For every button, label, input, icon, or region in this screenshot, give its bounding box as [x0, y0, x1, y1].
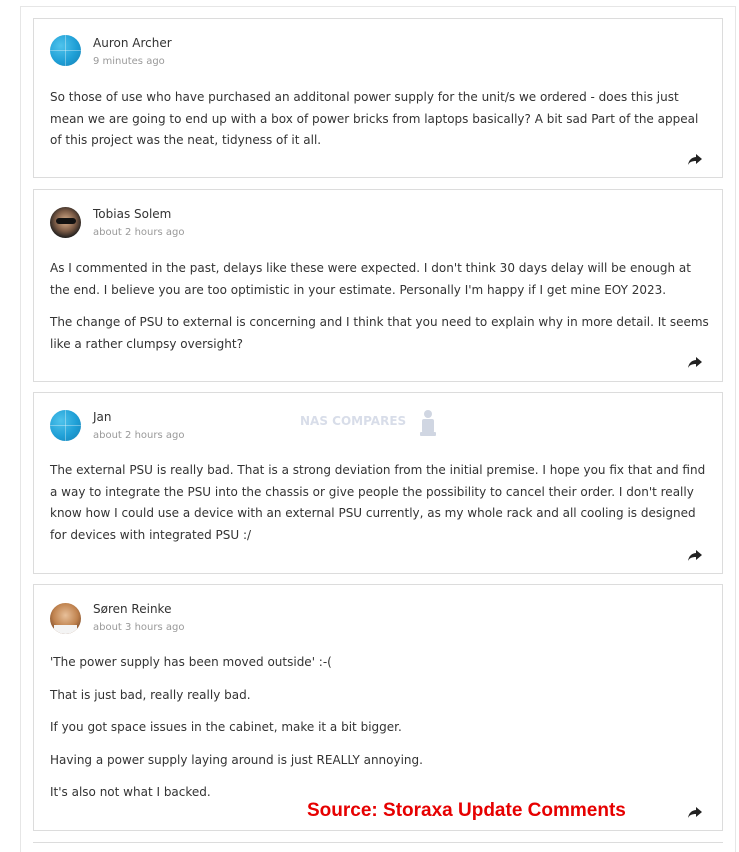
- comment-author[interactable]: Auron Archer: [93, 36, 172, 50]
- comment-paragraph: So those of use who have purchased an ad…: [50, 90, 699, 147]
- globe-avatar-icon[interactable]: [50, 410, 81, 441]
- watermark-figure-icon: [420, 410, 436, 436]
- comment-paragraph: Having a power supply laying around is j…: [50, 752, 423, 767]
- comment-card: Auron Archer 9 minutes ago So those of u…: [33, 18, 723, 178]
- avatar[interactable]: [50, 207, 81, 238]
- comment-paragraph: As I commented in the past, delays like …: [50, 261, 691, 297]
- comment-time: about 3 hours ago: [93, 622, 185, 633]
- comment-time: about 2 hours ago: [93, 227, 185, 238]
- comment-author[interactable]: Jan: [93, 410, 112, 424]
- comment-author[interactable]: Søren Reinke: [93, 602, 171, 616]
- share-arrow-icon[interactable]: [688, 357, 702, 369]
- comment-time: about 2 hours ago: [93, 430, 185, 441]
- comment-card: Søren Reinke about 3 hours ago 'The powe…: [33, 584, 723, 831]
- divider: [33, 842, 723, 843]
- comment-time: 9 minutes ago: [93, 56, 165, 67]
- comment-body: The external PSU is really bad. That is …: [50, 460, 710, 557]
- comment-paragraph: That is just bad, really really bad.: [50, 687, 251, 702]
- comment-body: So those of use who have purchased an ad…: [50, 87, 710, 163]
- comment-body: 'The power supply has been moved outside…: [50, 652, 710, 815]
- watermark: NAS COMPARES: [300, 414, 407, 428]
- source-caption: Source: Storaxa Update Comments: [307, 800, 626, 821]
- comment-author[interactable]: Tobias Solem: [93, 207, 171, 221]
- share-arrow-icon[interactable]: [688, 807, 702, 819]
- comment-paragraph: The change of PSU to external is concern…: [50, 315, 709, 351]
- comment-paragraph: 'The power supply has been moved outside…: [50, 655, 332, 669]
- globe-avatar-icon[interactable]: [50, 35, 81, 66]
- comment-body: As I commented in the past, delays like …: [50, 258, 710, 366]
- comment-card: Tobias Solem about 2 hours ago As I comm…: [33, 189, 723, 382]
- share-arrow-icon[interactable]: [688, 154, 702, 166]
- share-arrow-icon[interactable]: [688, 550, 702, 562]
- avatar[interactable]: [50, 603, 81, 634]
- comment-paragraph: If you got space issues in the cabinet, …: [50, 720, 402, 734]
- comment-paragraph: The external PSU is really bad. That is …: [50, 463, 706, 542]
